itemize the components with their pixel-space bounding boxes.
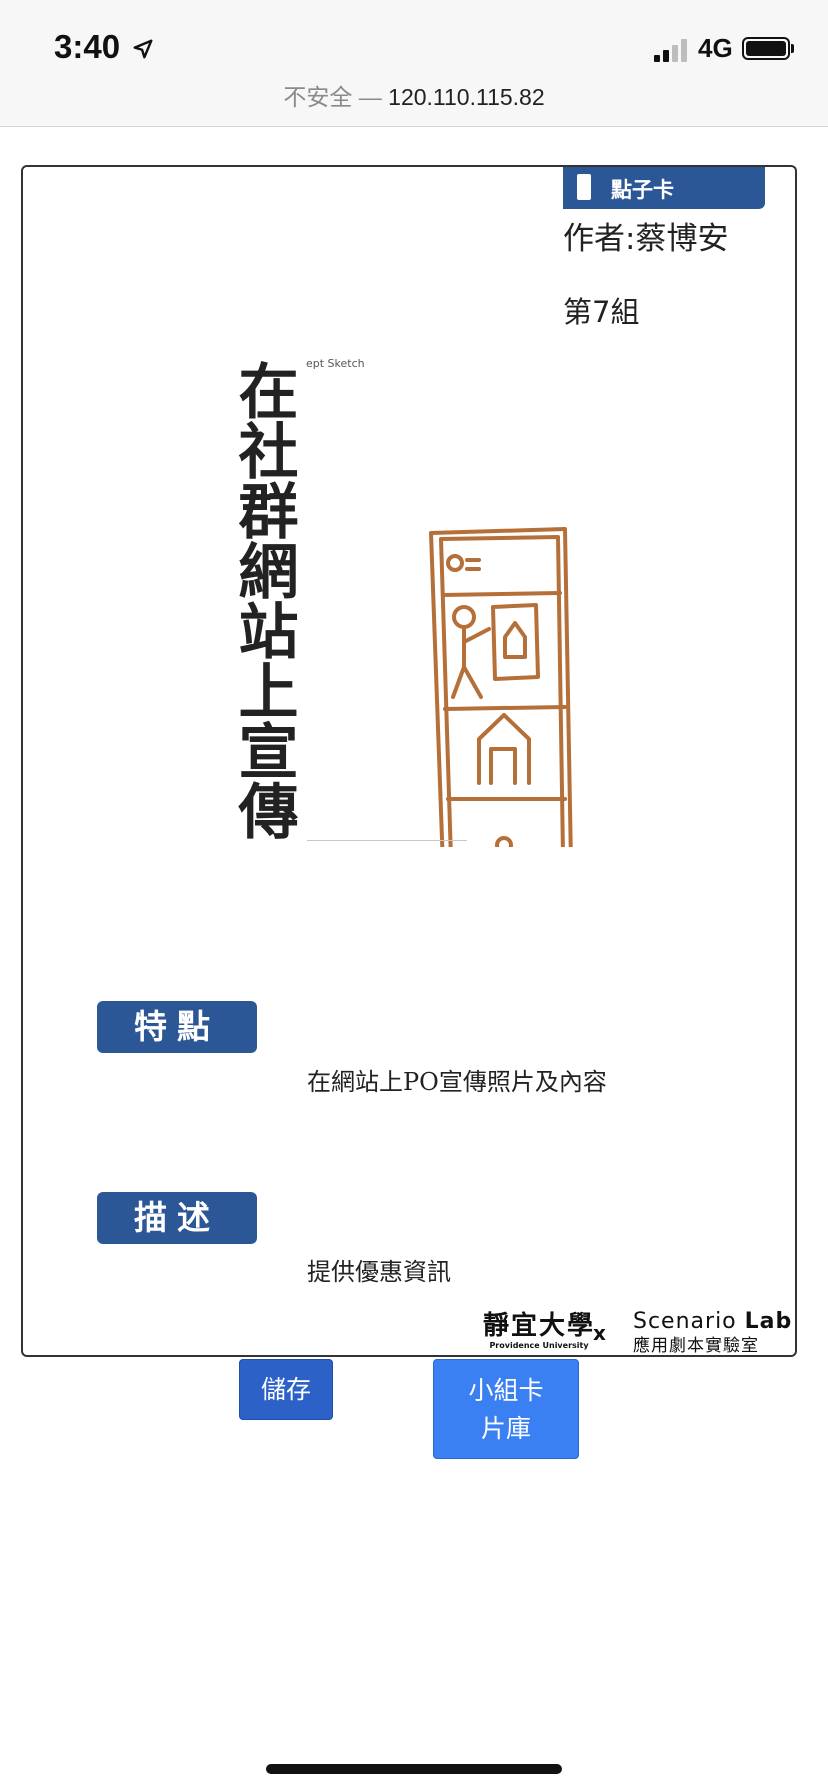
save-button[interactable]: 儲存 [239, 1359, 333, 1420]
status-time: 3:40 [54, 28, 121, 65]
feature-text: 在網站上PO宣傳照片及內容 [307, 1068, 607, 1096]
status-bar: 3:40 4G 不安全 — 120.110.115.82 [0, 0, 828, 127]
card-title: 在社群網站上宣傳 [228, 360, 298, 840]
network-type: 4G [698, 33, 733, 63]
url-host: 120.110.115.82 [388, 84, 545, 110]
badge-square-icon [577, 174, 591, 200]
lab-name-bold: Lab [744, 1309, 793, 1334]
idea-card: 點子卡 作者:蔡博安 第7組 在社群網站上宣傳 ept Sketch 特點 在網… [21, 165, 797, 1357]
description-text: 提供優惠資訊 [307, 1258, 451, 1286]
university-logo: 靜宜大學 Providence University [483, 1311, 595, 1350]
insecure-label: 不安全 — [283, 84, 382, 110]
lab-name: Scenario Lab [633, 1309, 792, 1335]
lab-name-cn: 應用劇本實驗室 [633, 1336, 759, 1356]
description-tag: 描述 [97, 1192, 257, 1244]
author-label: 作者:蔡博安 [563, 221, 729, 257]
location-arrow-icon [133, 39, 153, 59]
lab-name-regular: Scenario [633, 1309, 737, 1334]
address-bar[interactable]: 不安全 — 120.110.115.82 [0, 78, 828, 112]
feature-tag: 特點 [97, 1001, 257, 1053]
library-button-line2: 片庫 [480, 1414, 531, 1443]
group-card-library-button[interactable]: 小組卡 片庫 [433, 1359, 579, 1459]
home-indicator[interactable] [266, 1764, 562, 1774]
cell-signal-icon [654, 38, 690, 62]
library-button-line1: 小組卡 [468, 1376, 544, 1405]
badge-label: 點子卡 [611, 178, 674, 202]
group-label: 第7組 [563, 295, 640, 329]
lab-logo: Scenario Lab 應用劇本實驗室 [633, 1309, 792, 1356]
battery-tip [791, 44, 794, 53]
battery-icon [742, 37, 790, 60]
card-type-badge: 點子卡 [563, 167, 765, 209]
phone-sketch-icon [429, 527, 573, 847]
university-name-en: Providence University [489, 1341, 589, 1350]
university-name-cn: 靜宜大學 [483, 1311, 596, 1341]
sketch-divider [307, 840, 467, 841]
footer-separator: x [593, 1321, 606, 1345]
